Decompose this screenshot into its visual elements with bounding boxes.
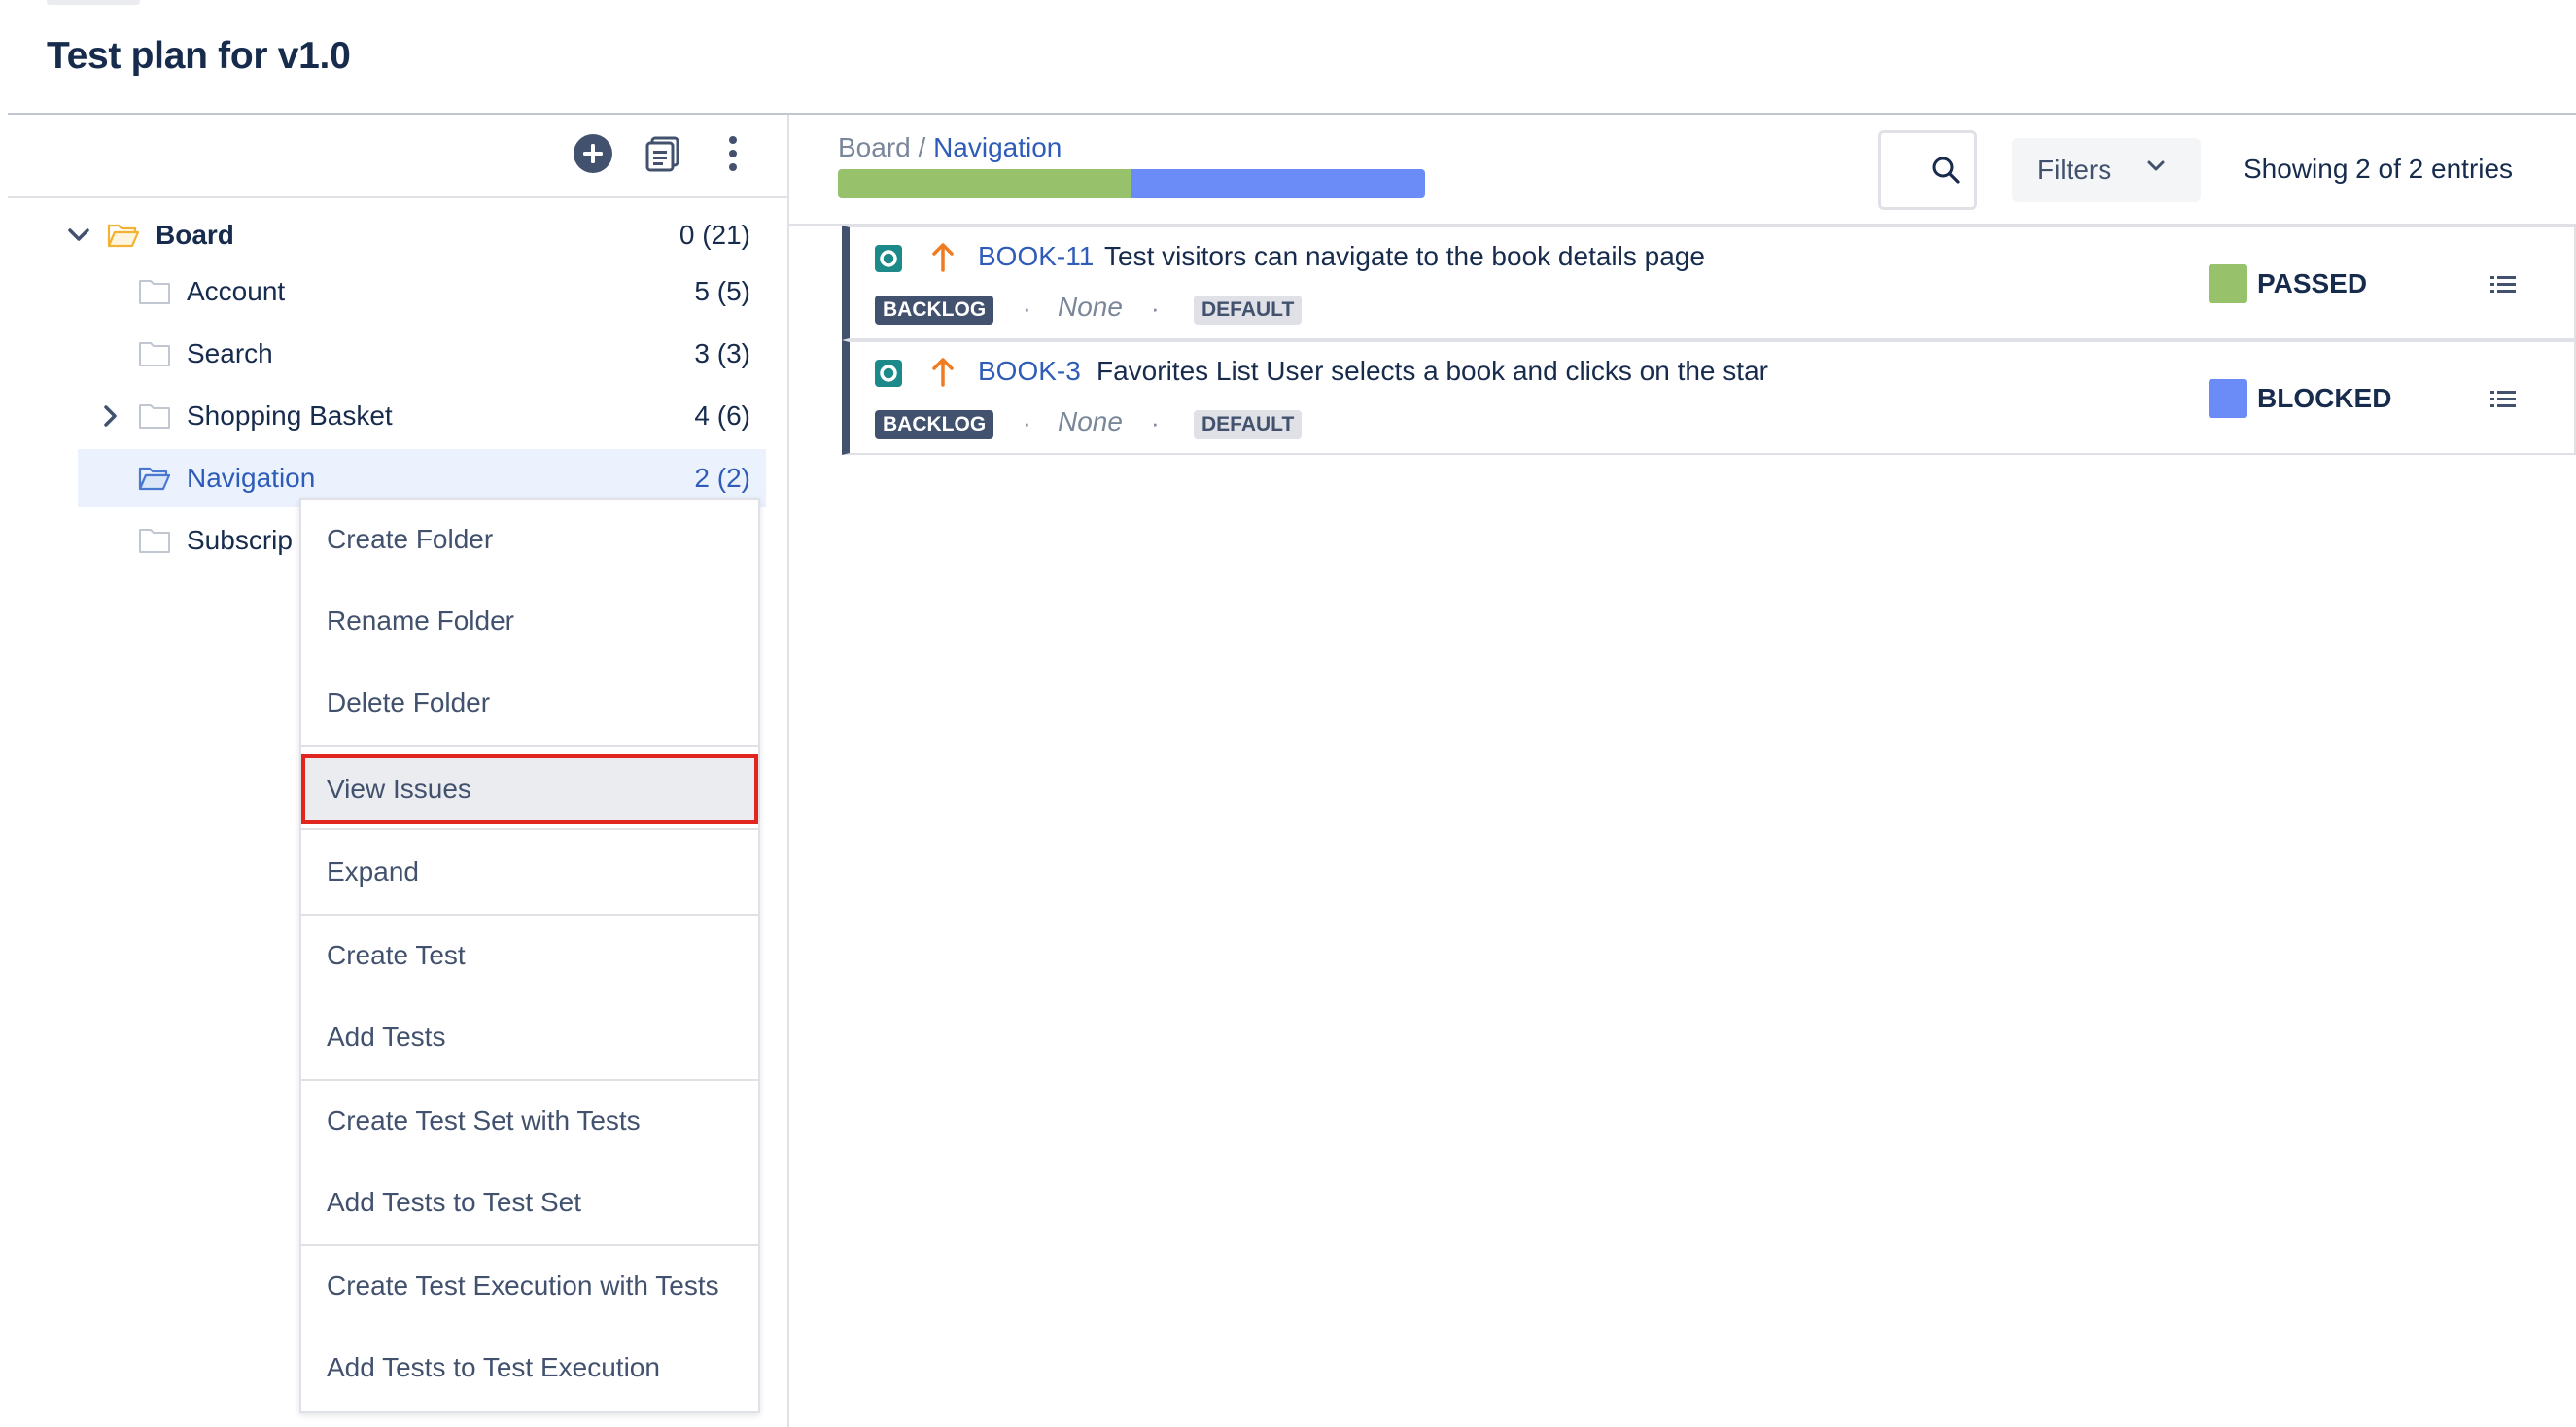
chevron-right-icon[interactable] — [95, 401, 124, 431]
priority-high-arrow-icon — [932, 358, 954, 387]
breadcrumb-current[interactable]: Navigation — [933, 132, 1062, 162]
more-actions-button[interactable] — [712, 132, 754, 175]
breadcrumb-separator: / — [910, 132, 934, 162]
chevron-down-icon[interactable] — [64, 221, 93, 250]
progress-segment-blocked — [1131, 169, 1425, 198]
menu-item-add-tests[interactable]: Add Tests — [301, 997, 758, 1077]
menu-item-create-test-execution[interactable]: Create Test Execution with Tests — [301, 1246, 758, 1326]
top-tab-stub — [47, 0, 140, 5]
separator-dot: · — [1023, 408, 1031, 437]
test-type-icon — [875, 245, 902, 272]
tree-toolbar — [8, 115, 787, 198]
tree-item-count: 5 (5) — [694, 276, 750, 306]
menu-item-expand[interactable]: Expand — [301, 832, 758, 912]
folder-icon — [138, 526, 171, 555]
folder-icon — [138, 339, 171, 368]
test-status-progress-bar — [838, 169, 1425, 198]
panel-divider[interactable] — [787, 115, 789, 1427]
menu-separator — [301, 745, 758, 747]
menu-item-delete-folder[interactable]: Delete Folder — [301, 663, 758, 743]
breadcrumb-root[interactable]: Board — [838, 132, 911, 162]
assignee-value: None — [1058, 406, 1123, 436]
status-lozenge: BACKLOG — [875, 296, 994, 325]
separator-dot: · — [1151, 408, 1160, 437]
separator-dot: · — [1023, 294, 1031, 323]
tree-item-count: 4 (6) — [694, 400, 750, 431]
more-vertical-icon — [729, 136, 737, 171]
folder-open-icon — [107, 221, 140, 250]
tree-item-label: Search — [187, 338, 273, 368]
filters-button[interactable]: Filters — [2012, 138, 2201, 202]
chevron-down-icon — [2147, 160, 2165, 171]
menu-item-create-test[interactable]: Create Test — [301, 916, 758, 995]
separator-dot: · — [1151, 294, 1160, 323]
tree-item-search[interactable]: Search 3 (3) — [78, 325, 766, 383]
issue-key-link[interactable]: BOOK-11 — [978, 241, 1094, 272]
tree-item-label: Navigation — [187, 463, 316, 493]
page-title: Test plan for v1.0 — [47, 35, 351, 77]
environment-lozenge: DEFAULT — [1194, 410, 1303, 439]
add-folder-button[interactable] — [572, 132, 614, 175]
search-icon — [1932, 157, 1960, 184]
progress-segment-passed — [838, 169, 1131, 198]
status-lozenge: BACKLOG — [875, 410, 994, 439]
menu-item-rename-folder[interactable]: Rename Folder — [301, 581, 758, 661]
details-list-icon[interactable] — [2489, 385, 2518, 414]
tree-item-label: Account — [187, 276, 286, 306]
menu-item-view-issues[interactable]: View Issues — [301, 754, 758, 824]
folder-icon — [138, 277, 171, 306]
priority-high-arrow-icon — [932, 243, 954, 272]
tree-item-count: 3 (3) — [694, 338, 750, 368]
plus-circle-icon — [574, 134, 612, 173]
filters-label: Filters — [2037, 155, 2112, 185]
tree-item-subscriptions[interactable]: Subscrip — [78, 511, 299, 570]
folder-icon — [138, 401, 171, 431]
issue-key-link[interactable]: BOOK-3 — [978, 356, 1081, 387]
menu-item-create-test-set[interactable]: Create Test Set with Tests — [301, 1081, 758, 1161]
environment-lozenge: DEFAULT — [1194, 296, 1303, 325]
tree-item-count: 2 (2) — [694, 463, 750, 493]
menu-item-create-folder[interactable]: Create Folder — [301, 500, 758, 579]
menu-item-add-tests-to-test-execution[interactable]: Add Tests to Test Execution — [301, 1328, 758, 1408]
issue-summary: Test visitors can navigate to the book d… — [1104, 241, 1705, 271]
tree-item-account[interactable]: Account 5 (5) — [78, 262, 766, 321]
status-color-swatch — [2209, 379, 2247, 418]
folder-context-menu: Create Folder Rename Folder Delete Folde… — [299, 498, 760, 1413]
search-button[interactable] — [1878, 130, 1977, 210]
assignee-value: None — [1058, 292, 1123, 322]
table-row[interactable]: BOOK-3 Favorites List User selects a boo… — [842, 340, 2576, 455]
issue-summary: Favorites List User selects a book and c… — [1097, 356, 1768, 386]
test-status: PASSED — [2257, 268, 2368, 298]
tree-item-label: Shopping Basket — [187, 400, 393, 431]
documents-button[interactable] — [642, 132, 684, 175]
status-color-swatch — [2209, 264, 2247, 303]
details-list-icon[interactable] — [2489, 270, 2518, 299]
table-row[interactable]: BOOK-11 Test visitors can navigate to th… — [842, 226, 2576, 340]
tree-item-label: Subscrip — [187, 525, 293, 555]
tree-item-label: Board — [156, 220, 234, 250]
entries-count: Showing 2 of 2 entries — [2244, 154, 2514, 184]
tree-item-count: 0 (21) — [679, 220, 750, 250]
test-type-icon — [875, 360, 902, 387]
tree-item-board[interactable]: Board 0 (21) — [68, 206, 766, 264]
folder-open-icon — [138, 464, 171, 493]
tree-item-shopping-basket[interactable]: Shopping Basket 4 (6) — [78, 387, 766, 445]
menu-item-add-tests-to-test-set[interactable]: Add Tests to Test Set — [301, 1163, 758, 1242]
breadcrumb: Board / Navigation — [838, 132, 1062, 163]
menu-separator — [301, 828, 758, 830]
documents-icon — [645, 136, 679, 172]
test-status: BLOCKED — [2257, 383, 2392, 413]
